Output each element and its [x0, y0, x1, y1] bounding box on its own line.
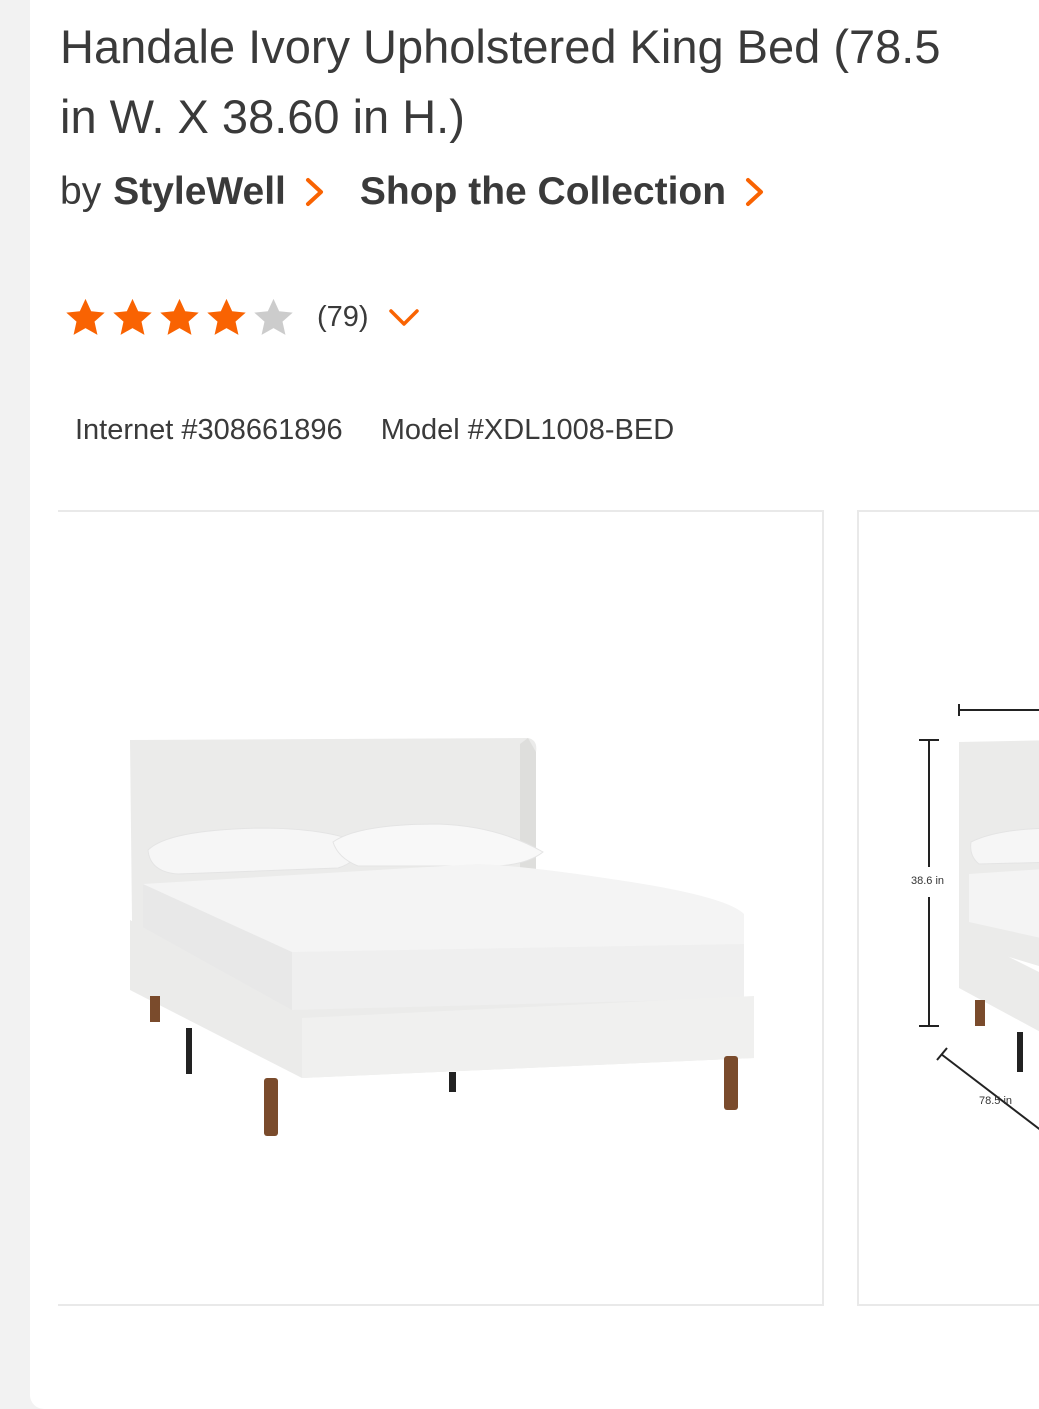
star-icon: [160, 298, 199, 335]
bed-dimensions-image: 38.6 in 78.5 in: [911, 704, 1039, 1131]
chevron-right-icon[interactable]: [304, 175, 326, 209]
product-image-dimensions[interactable]: 38.6 in 78.5 in: [857, 510, 1039, 1306]
star-icon: [254, 298, 293, 335]
chevron-down-icon[interactable]: [387, 305, 421, 329]
product-identifiers: Internet #308661896 Model #XDL1008-BED: [75, 414, 674, 447]
star-icon: [113, 298, 152, 335]
internet-number: Internet #308661896: [75, 414, 343, 446]
review-count[interactable]: (79): [317, 301, 369, 334]
product-image-main[interactable]: [58, 510, 824, 1306]
shop-collection-link[interactable]: Shop the Collection: [360, 170, 726, 214]
star-icon: [66, 298, 105, 335]
brand-link[interactable]: StyleWell: [113, 170, 286, 214]
model-number: Model #XDL1008-BED: [380, 414, 675, 446]
rating-summary[interactable]: (79): [62, 292, 421, 342]
bed-image: [130, 738, 754, 1136]
star-rating: [62, 294, 297, 341]
width-dimension-label: 78.5 in: [979, 1095, 1012, 1107]
product-title-line-1: Handale Ivory Upholstered King Bed (78.5: [60, 20, 941, 73]
chevron-right-icon[interactable]: [744, 175, 766, 209]
product-title-line-2: in W. X 38.60 in H.): [60, 90, 465, 143]
product-title: Handale Ivory Upholstered King Bed (78.5…: [60, 12, 1039, 152]
by-label: by: [60, 170, 102, 213]
height-dimension-label: 38.6 in: [911, 875, 944, 887]
brand-row: by StyleWell Shop the Collection: [60, 166, 800, 218]
star-icon: [207, 298, 246, 335]
